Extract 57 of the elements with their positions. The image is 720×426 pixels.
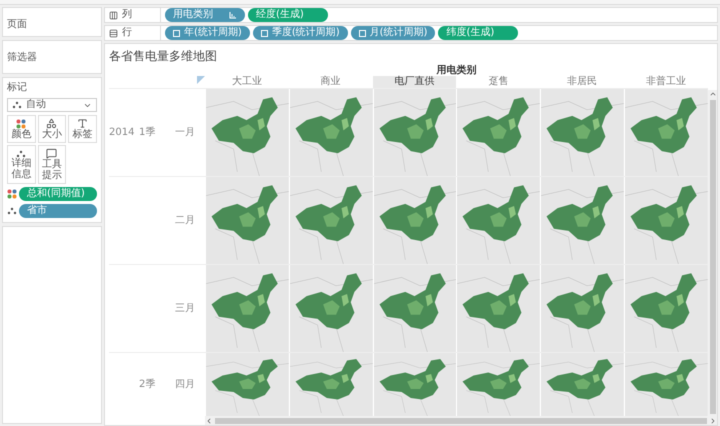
dots-icon (16, 150, 26, 158)
pill-label: 季度(统计周期) (272, 28, 340, 38)
year-label: 2014 (109, 126, 136, 140)
quarter-label: 2季 (139, 378, 156, 392)
pill-label: 年(统计周期) (184, 28, 242, 38)
collapse-icon (173, 30, 180, 36)
vertical-scrollbar[interactable] (708, 90, 717, 416)
mark-property-button[interactable]: 大小 (38, 115, 66, 143)
speech-bubble-icon (46, 148, 58, 159)
pill-label: 纬度(生成) (446, 28, 494, 38)
shapes-icon (46, 118, 58, 129)
column-header: 非普工业 (645, 76, 688, 88)
mark-type-dropdown[interactable]: 自动 (7, 98, 97, 112)
collapse-icon (358, 30, 366, 36)
view-title: 各省售电量多维地图 (109, 48, 218, 65)
mark-property-button[interactable]: 工具提示 (38, 145, 66, 184)
column-header-title: 用电类别 (436, 66, 478, 76)
month-label: 四月 (175, 378, 196, 392)
horizontal-scrollbar[interactable] (205, 416, 717, 425)
field-pill[interactable]: 年(统计周期) (165, 26, 250, 40)
pill-label: 用电类别 (173, 10, 213, 20)
text-icon (77, 118, 88, 129)
column-header: 趸售 (487, 76, 510, 88)
field-pill[interactable]: 总和(同期值) (19, 187, 97, 201)
shelf-label: 行 (122, 28, 132, 38)
field-pill[interactable]: 纬度(生成) (438, 26, 518, 40)
pill-label: 经度(生成) (256, 10, 304, 20)
scroll-up-icon[interactable] (708, 90, 716, 98)
shelf-icon (109, 28, 118, 38)
card-title: 页面 (7, 19, 27, 30)
quarter-label: 1季 (139, 126, 156, 140)
field-pill[interactable]: 用电类别 (165, 8, 245, 22)
month-label: 一月 (175, 126, 196, 140)
field-pill[interactable]: 季度(统计周期) (252, 26, 348, 40)
card-title: 筛选器 (7, 52, 37, 63)
collapse-icon (260, 30, 268, 36)
shelf-icon (109, 10, 118, 20)
mark-property-button[interactable]: 标签 (68, 115, 97, 143)
column-header: 商业 (320, 76, 342, 88)
pill-label: 月(统计周期) (370, 28, 428, 38)
field-pill[interactable]: 经度(生成) (248, 8, 328, 22)
shelf-label: 列 (122, 10, 132, 20)
field-pill[interactable]: 省市 (19, 204, 97, 218)
column-header: 电厂直供 (372, 76, 456, 88)
column-header: 非居民 (566, 76, 598, 88)
card-title: 标记 (7, 80, 28, 95)
scroll-right-icon[interactable] (709, 416, 717, 424)
mark-property-button[interactable]: 颜色 (7, 115, 36, 143)
mark-type-icon (12, 101, 22, 109)
mark-property-button[interactable]: 详细信息 (7, 145, 36, 184)
month-label: 三月 (175, 302, 196, 316)
scroll-left-icon[interactable] (205, 416, 213, 424)
color-dots-icon (16, 118, 26, 128)
sort-icon (229, 11, 237, 19)
month-label: 二月 (175, 214, 196, 228)
field-pill[interactable]: 月(统计周期) (350, 26, 436, 40)
column-header: 大工业 (230, 76, 263, 88)
